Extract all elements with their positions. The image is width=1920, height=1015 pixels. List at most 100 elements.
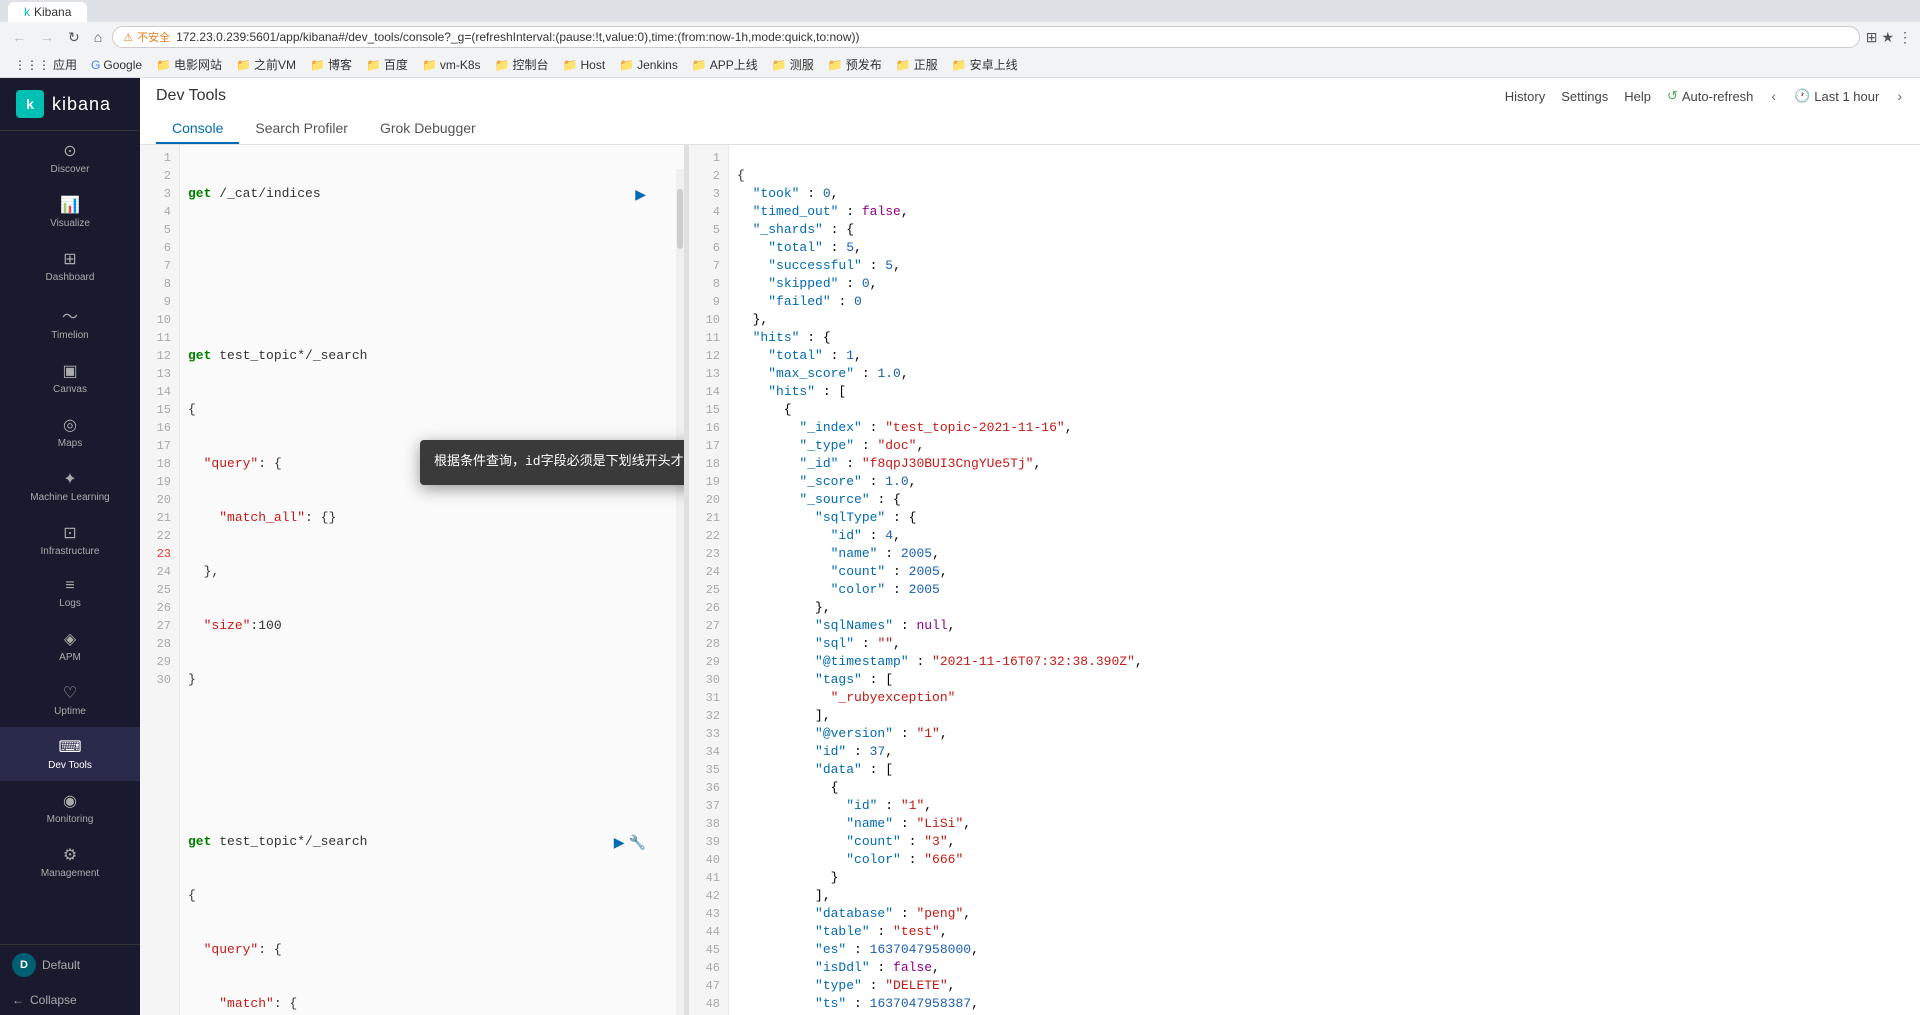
bookmark-android[interactable]: 📁 安卓上线 bbox=[946, 54, 1024, 75]
line-number: 24 bbox=[689, 563, 728, 581]
dashboard-icon: ⊞ bbox=[63, 249, 76, 269]
line-number: 10 bbox=[140, 311, 179, 329]
line-numbers-right: 1 2 3 4 5 6 7 8 9 10 11 12 13 14 bbox=[689, 145, 729, 1015]
collapse-button[interactable]: ← Collapse bbox=[0, 985, 140, 1015]
bookmark-prod[interactable]: 📁 正服 bbox=[890, 54, 944, 75]
line-number: 20 bbox=[689, 491, 728, 509]
sidebar-item-discover[interactable]: ⊙ Discover bbox=[0, 131, 140, 185]
line-number: 30 bbox=[689, 671, 728, 689]
bookmark-vm[interactable]: 📁 之前VM bbox=[230, 54, 302, 75]
bookmark-label: 正服 bbox=[914, 56, 938, 73]
line-number: 43 bbox=[689, 905, 728, 923]
tab-search-profiler[interactable]: Search Profiler bbox=[239, 114, 364, 144]
code-line-5: { bbox=[188, 401, 676, 419]
line-number: 23 bbox=[689, 545, 728, 563]
main-content: Dev Tools History Settings Help ↺ Auto-r… bbox=[140, 78, 1920, 1015]
line-number: 3 bbox=[689, 185, 728, 203]
back-button[interactable]: ← bbox=[8, 27, 30, 47]
line-number: 13 bbox=[689, 365, 728, 383]
tab-grok-debugger[interactable]: Grok Debugger bbox=[364, 114, 492, 144]
sidebar-item-visualize[interactable]: 📊 Visualize bbox=[0, 185, 140, 239]
line-number: 3 bbox=[140, 185, 179, 203]
bookmark-host[interactable]: 📁 Host bbox=[557, 56, 612, 74]
bookmark-k8s[interactable]: 📁 vm-K8s bbox=[416, 56, 487, 74]
sidebar-item-infrastructure[interactable]: ⊡ Infrastructure bbox=[0, 513, 140, 567]
url-bar[interactable]: ⚠ 不安全 172.23.0.239:5601/app/kibana#/dev_… bbox=[112, 26, 1860, 48]
sidebar-item-logs[interactable]: ≡ Logs bbox=[0, 567, 140, 619]
line-number: 22 bbox=[689, 527, 728, 545]
code-line-13: get test_topic*/_search ▶ 🔧 bbox=[188, 833, 676, 851]
bookmark-movies[interactable]: 📁 电影网站 bbox=[150, 54, 228, 75]
sidebar-item-maps[interactable]: ◎ Maps bbox=[0, 405, 140, 459]
sidebar-item-apm[interactable]: ◈ APM bbox=[0, 619, 140, 673]
line-number: 33 bbox=[689, 725, 728, 743]
code-input-area[interactable]: get /_cat/indices ▶ get test_topic*/_sea… bbox=[180, 145, 684, 1015]
line-number: 7 bbox=[689, 257, 728, 275]
extensions-button[interactable]: ⊞ bbox=[1866, 29, 1878, 46]
auto-refresh-icon: ↺ bbox=[1667, 88, 1678, 104]
line-number: 9 bbox=[689, 293, 728, 311]
folder-icon: 📁 bbox=[828, 58, 843, 72]
next-arrow[interactable]: › bbox=[1895, 86, 1904, 106]
sidebar: k kibana ⊙ Discover 📊 Visualize ⊞ Dashbo… bbox=[0, 78, 140, 1015]
auto-refresh-label: Auto-refresh bbox=[1682, 89, 1754, 104]
forward-button[interactable]: → bbox=[36, 27, 58, 47]
line-number: 1 bbox=[140, 149, 179, 167]
browser-action-buttons: ⊞ ★ ⋮ bbox=[1866, 29, 1912, 46]
line-number: 12 bbox=[140, 347, 179, 365]
user-menu[interactable]: D Default bbox=[0, 945, 140, 985]
bookmark-label: 电影网站 bbox=[174, 56, 222, 73]
bookmark-baidu[interactable]: 📁 百度 bbox=[360, 54, 414, 75]
bookmark-test[interactable]: 📁 测服 bbox=[766, 54, 820, 75]
folder-icon: 📁 bbox=[896, 58, 911, 72]
bookmark-pre[interactable]: 📁 预发布 bbox=[822, 54, 888, 75]
bookmark-app-online[interactable]: 📁 APP上线 bbox=[686, 54, 764, 75]
prev-arrow[interactable]: ‹ bbox=[1769, 86, 1778, 106]
bookmark-jenkins[interactable]: 📁 Jenkins bbox=[613, 56, 684, 74]
sidebar-item-canvas[interactable]: ▣ Canvas bbox=[0, 351, 140, 405]
line-number: 22 bbox=[140, 527, 179, 545]
line-number: 18 bbox=[689, 455, 728, 473]
home-button[interactable]: ⌂ bbox=[90, 27, 106, 47]
sidebar-item-machine-learning[interactable]: ✦ Machine Learning bbox=[0, 459, 140, 513]
more-button[interactable]: ⋮ bbox=[1898, 29, 1912, 46]
bookmark-console[interactable]: 📁 控制台 bbox=[489, 54, 555, 75]
vertical-scrollbar-left[interactable] bbox=[676, 169, 684, 1015]
history-button[interactable]: History bbox=[1505, 89, 1545, 104]
bookmark-button[interactable]: ★ bbox=[1881, 29, 1894, 46]
sidebar-item-management[interactable]: ⚙ Management bbox=[0, 835, 140, 889]
run-button[interactable]: ▶ bbox=[635, 186, 646, 203]
sidebar-item-dashboard[interactable]: ⊞ Dashboard bbox=[0, 239, 140, 293]
keyword-get: get bbox=[188, 347, 219, 365]
line-number: 8 bbox=[140, 275, 179, 293]
bookmark-label: Host bbox=[580, 58, 605, 72]
sidebar-item-uptime[interactable]: ♡ Uptime bbox=[0, 673, 140, 727]
bookmark-blog[interactable]: 📁 博客 bbox=[304, 54, 358, 75]
browser-tab-kibana[interactable]: k Kibana bbox=[8, 2, 87, 22]
line-number: 32 bbox=[689, 707, 728, 725]
line-number: 5 bbox=[689, 221, 728, 239]
monitoring-icon: ◉ bbox=[63, 791, 77, 811]
code-line-11 bbox=[188, 725, 676, 743]
sidebar-item-monitoring[interactable]: ◉ Monitoring bbox=[0, 781, 140, 835]
time-range-picker[interactable]: 🕐 Last 1 hour bbox=[1794, 88, 1879, 104]
help-button[interactable]: Help bbox=[1624, 89, 1651, 104]
reload-button[interactable]: ↻ bbox=[64, 27, 84, 48]
auto-refresh-toggle[interactable]: ↺ Auto-refresh bbox=[1667, 88, 1753, 104]
scrollbar-thumb[interactable] bbox=[677, 189, 683, 249]
code-line-9: "size":100 bbox=[188, 617, 676, 635]
sidebar-item-timelion[interactable]: 〜 Timelion bbox=[0, 293, 140, 351]
canvas-icon: ▣ bbox=[62, 361, 77, 381]
kibana-logo[interactable]: k kibana bbox=[0, 78, 140, 131]
tab-console[interactable]: Console bbox=[156, 114, 239, 144]
sidebar-item-dev-tools[interactable]: ⌨ Dev Tools bbox=[0, 727, 140, 781]
folder-icon: 📁 bbox=[952, 58, 967, 72]
run-button-13[interactable]: ▶ bbox=[614, 834, 625, 851]
bookmark-google[interactable]: G Google bbox=[85, 56, 148, 74]
line-actions: ▶ bbox=[635, 186, 646, 203]
code-line-7: "match_all": {} bbox=[188, 509, 676, 527]
bookmark-label: 测服 bbox=[790, 56, 814, 73]
bookmark-apps[interactable]: ⋮⋮⋮ 应用 bbox=[8, 54, 83, 75]
settings-button[interactable]: Settings bbox=[1561, 89, 1608, 104]
wrench-button-13[interactable]: 🔧 bbox=[629, 834, 646, 851]
